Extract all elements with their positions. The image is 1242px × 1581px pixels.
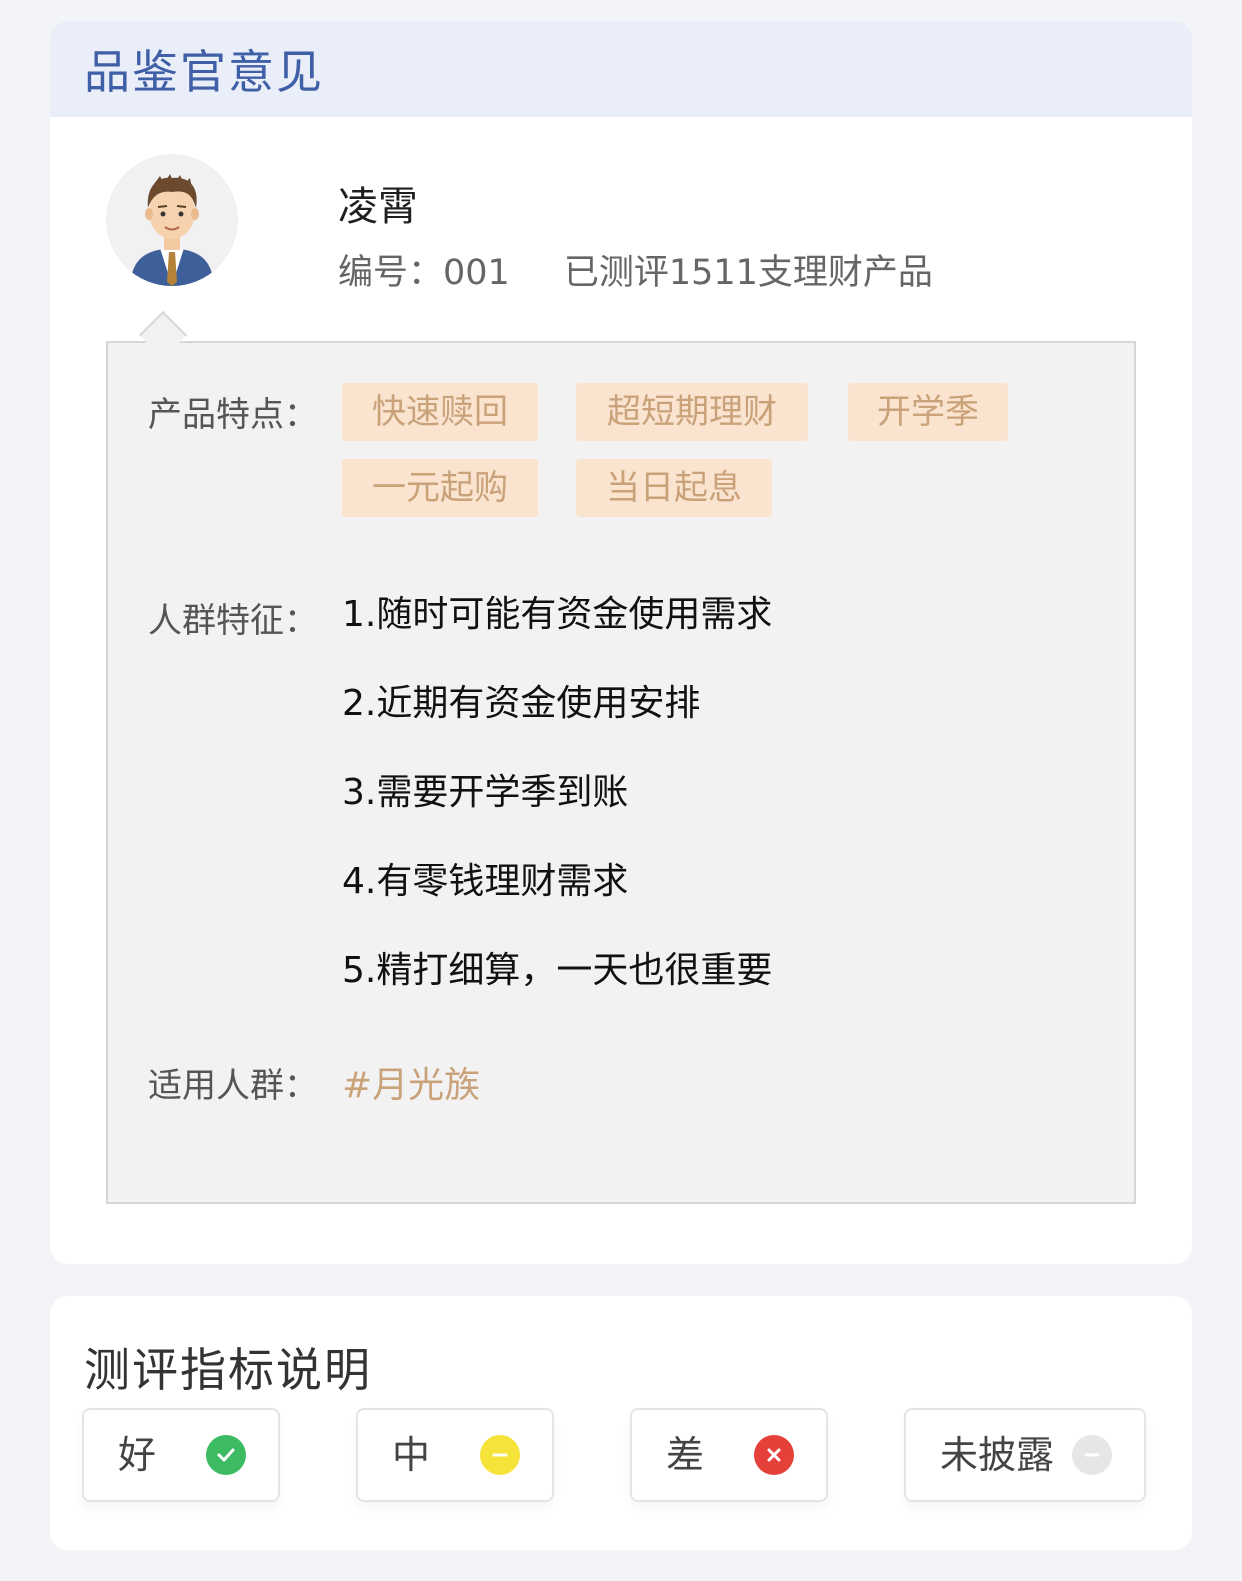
legend-label: 中 [392,1433,431,1477]
trait-list: 1.随时可能有资金使用需求 2.近期有资金使用安排 3.需要开学季到账 4.有零… [342,593,772,1038]
reviewer-name: 凌霄 [338,184,418,230]
minus-circle-icon [480,1435,520,1475]
legend-title: 测评指标说明 [84,1343,372,1397]
reviewer-count: 已测评1511支理财产品 [563,253,933,293]
legend-item-poor: 差 [630,1408,828,1502]
x-circle-icon [754,1435,794,1475]
legend-item-good: 好 [82,1408,280,1502]
reviewer-meta: 编号：001 已测评1511支理财产品 [338,244,933,295]
opinion-card: 品鉴官意见 凌霄 编号：001 已测评1511支理财产品 产品特点： 快速赎回 … [50,21,1192,1264]
legend-item-undisclosed: 未披露 [904,1408,1146,1502]
bubble-arrow [138,310,188,360]
tag-one-yuan: 一元起购 [342,459,538,517]
opinion-title: 品鉴官意见 [84,45,324,99]
tag-school-season: 开学季 [848,383,1008,441]
opinion-header: 品鉴官意见 [50,21,1192,117]
features-label: 产品特点： [148,395,318,435]
trait-item: 4.有零钱理财需求 [342,861,629,902]
businessman-avatar-icon [130,174,214,286]
legend-item-medium: 中 [356,1408,554,1502]
legend-label: 好 [118,1433,157,1477]
minus-circle-icon [1072,1435,1112,1475]
suitable-group-link[interactable]: #月光族 [342,1056,480,1108]
trait-item: 5.精打细算，一天也很重要 [342,950,773,991]
trait-item: 3.需要开学季到账 [342,772,629,813]
trait-item: 2.近期有资金使用安排 [342,683,701,724]
legend-card: 测评指标说明 好 中 差 未披露 [50,1296,1192,1550]
check-circle-icon [206,1435,246,1475]
legend-label: 未披露 [940,1433,1055,1477]
tag-same-day: 当日起息 [576,459,772,517]
opinion-bubble: 产品特点： 快速赎回 超短期理财 开学季 一元起购 当日起息 人群特征： 1.随… [106,310,1136,1204]
reviewer-info: 凌霄 编号：001 已测评1511支理财产品 [106,154,1106,294]
suitable-label: 适用人群： [148,1066,318,1106]
tag-ultra-short: 超短期理财 [576,383,808,441]
legend-label: 差 [666,1433,705,1477]
reviewer-id: 编号：001 [338,253,510,293]
tag-quick-redeem: 快速赎回 [342,383,538,441]
avatar [106,154,238,286]
trait-item: 1.随时可能有资金使用需求 [342,594,773,635]
traits-label: 人群特征： [148,601,318,641]
